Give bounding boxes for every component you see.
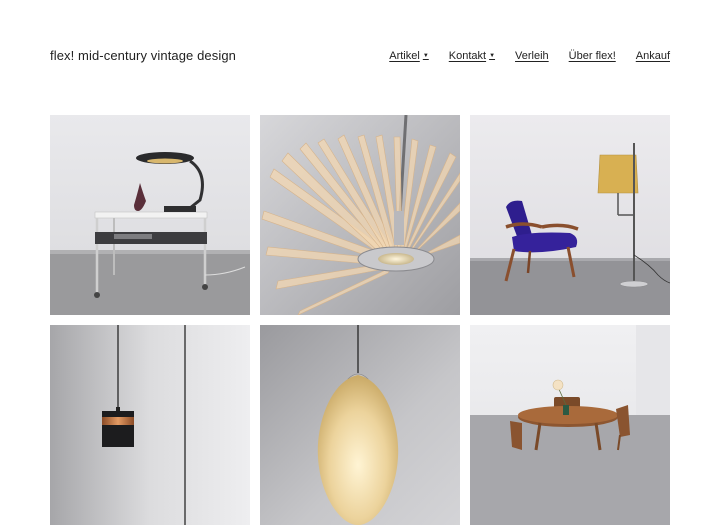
gallery-item-lounge-chair-floor-lamp[interactable] [470,115,670,315]
nav-item-label: Verleih [515,50,549,62]
product-gallery [50,115,670,525]
nav-item-label: Kontakt [448,50,487,62]
nav-item-verleih[interactable]: Verleih [515,50,549,62]
egg-pendant-image [260,325,460,525]
desk-lamp-cart-image [50,115,250,315]
copper-pendant-image [50,325,250,525]
chevron-down-icon: ▼ [422,53,429,59]
gallery-item-teak-dining-set[interactable] [470,325,670,525]
nav-item-ankauf[interactable]: Ankauf [636,50,670,62]
nav-item-label: Artikel [389,50,420,62]
gallery-item-desk-lamp-cart[interactable] [50,115,250,315]
gallery-item-black-copper-pendant[interactable] [50,325,250,525]
nav-item-artikel[interactable]: Artikel ▼ [389,50,429,62]
nav-item-label: Ankauf [635,50,670,62]
dining-set-image [470,325,670,525]
nav-item-label: Über flex! [568,50,616,62]
nav-item-kontakt[interactable]: Kontakt ▼ [449,50,495,62]
gallery-item-glass-egg-pendant[interactable] [260,325,460,525]
acrylic-pendant-image [260,115,460,315]
main-navigation: Artikel ▼ Kontakt ▼ Verleih Über flex! Ank… [389,50,670,62]
nav-item-ueber-flex[interactable]: Über flex! [569,50,616,62]
gallery-item-acrylic-fin-pendant[interactable] [260,115,460,315]
chevron-down-icon: ▼ [489,53,496,59]
site-title[interactable]: flex! mid-century vintage design [50,48,236,63]
lounge-chair-image [470,115,670,315]
